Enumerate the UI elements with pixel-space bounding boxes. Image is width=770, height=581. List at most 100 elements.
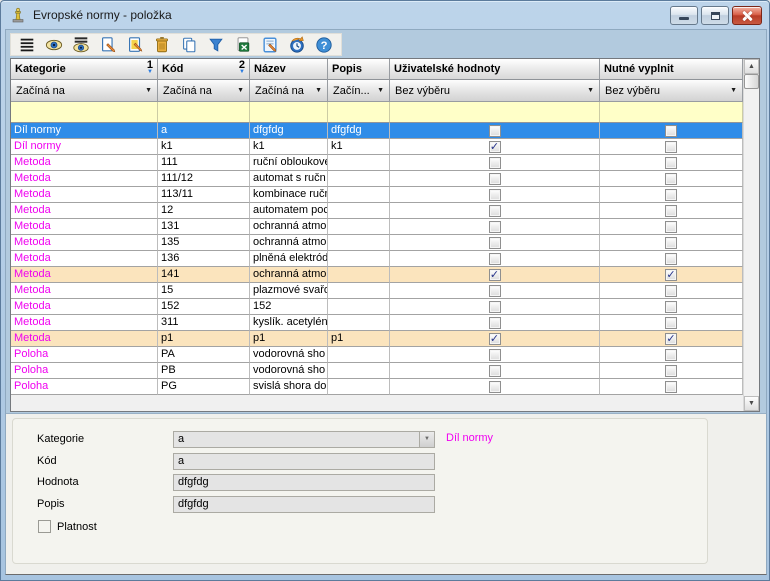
help-button[interactable]: ? xyxy=(310,34,337,55)
edit-button[interactable] xyxy=(121,34,148,55)
user-values-checkbox[interactable] xyxy=(489,253,501,265)
list-button[interactable] xyxy=(13,34,40,55)
user-values-checkbox[interactable]: ✓ xyxy=(489,333,501,345)
popis-field[interactable]: dfgfdg xyxy=(173,496,435,513)
scrollbar-thumb[interactable] xyxy=(744,74,759,89)
kod-field[interactable]: a xyxy=(173,453,435,470)
view-button[interactable] xyxy=(40,34,67,55)
required-checkbox[interactable] xyxy=(665,365,677,377)
kategorie-dropdown-button[interactable]: ▼ xyxy=(419,432,434,447)
user-values-checkbox[interactable]: ✓ xyxy=(489,141,501,153)
history-button[interactable] xyxy=(283,34,310,55)
kategorie-combobox[interactable]: a ▼ xyxy=(173,431,435,448)
user-values-checkbox[interactable] xyxy=(489,205,501,217)
form-edit-button[interactable] xyxy=(256,34,283,55)
new-button[interactable] xyxy=(94,34,121,55)
required-checkbox[interactable] xyxy=(665,381,677,393)
table-row[interactable]: Metoda135ochranná atmo xyxy=(11,235,743,251)
required-checkbox[interactable] xyxy=(665,173,677,185)
table-row[interactable]: Metoda113/11kombinace ručn xyxy=(11,187,743,203)
column-label: Uživatelské hodnoty xyxy=(394,63,500,75)
table-row[interactable]: Metodap1p1p1✓✓ xyxy=(11,331,743,347)
user-values-checkbox[interactable]: ✓ xyxy=(489,269,501,281)
view-all-button[interactable] xyxy=(67,34,94,55)
table-row[interactable]: Díl normyk1k1k1✓ xyxy=(11,139,743,155)
filter-dropdown-0[interactable]: Začíná na▼ xyxy=(11,80,158,102)
table-row[interactable]: PolohaPBvodorovná sho xyxy=(11,363,743,379)
filter-dropdown-1[interactable]: Začíná na▼ xyxy=(158,80,250,102)
table-row[interactable]: Metoda12automatem poc xyxy=(11,203,743,219)
hodnota-field[interactable]: dfgfdg xyxy=(173,474,435,491)
scroll-up-button[interactable]: ▲ xyxy=(744,59,759,74)
user-values-checkbox[interactable] xyxy=(489,157,501,169)
required-checkbox[interactable] xyxy=(665,125,677,137)
filter-dropdown-4[interactable]: Bez výběru▼ xyxy=(390,80,600,102)
user-values-checkbox[interactable] xyxy=(489,301,501,313)
required-checkbox[interactable] xyxy=(665,349,677,361)
column-header-4[interactable]: Uživatelské hodnoty xyxy=(390,59,600,80)
filter-input-4[interactable] xyxy=(390,102,600,123)
column-header-1[interactable]: Kód2▼ xyxy=(158,59,250,80)
required-checkbox[interactable] xyxy=(665,285,677,297)
filter-dropdown-3[interactable]: Začín...▼ xyxy=(328,80,390,102)
required-checkbox[interactable] xyxy=(665,253,677,265)
table-row[interactable]: Metoda111ruční obloukové xyxy=(11,155,743,171)
maximize-button[interactable] xyxy=(701,6,729,25)
user-values-checkbox[interactable] xyxy=(489,221,501,233)
required-checkbox[interactable] xyxy=(665,141,677,153)
required-checkbox[interactable] xyxy=(665,317,677,329)
user-values-checkbox[interactable] xyxy=(489,285,501,297)
filter-input-3[interactable] xyxy=(328,102,390,123)
required-checkbox[interactable]: ✓ xyxy=(665,269,677,281)
user-values-checkbox[interactable] xyxy=(489,365,501,377)
copy-button[interactable] xyxy=(175,34,202,55)
required-checkbox[interactable]: ✓ xyxy=(665,333,677,345)
column-header-0[interactable]: Kategorie1▼ xyxy=(11,59,158,80)
table-row[interactable]: Metoda136plněná elektród xyxy=(11,251,743,267)
column-header-5[interactable]: Nutné vyplnit xyxy=(600,59,743,80)
required-checkbox[interactable] xyxy=(665,205,677,217)
cell-popis xyxy=(328,155,390,171)
table-row[interactable]: PolohaPGsvislá shora dol xyxy=(11,379,743,395)
cell-checkbox xyxy=(390,219,600,235)
user-values-checkbox[interactable] xyxy=(489,381,501,393)
platnost-checkbox[interactable] xyxy=(38,520,51,533)
minimize-button[interactable] xyxy=(670,6,698,25)
table-row[interactable]: PolohaPAvodorovná sho xyxy=(11,347,743,363)
required-checkbox[interactable] xyxy=(665,221,677,233)
required-checkbox[interactable] xyxy=(665,189,677,201)
required-checkbox[interactable] xyxy=(665,157,677,169)
required-checkbox[interactable] xyxy=(665,301,677,313)
delete-button[interactable] xyxy=(148,34,175,55)
user-values-checkbox[interactable] xyxy=(489,189,501,201)
cell-kategorie: Metoda xyxy=(11,331,158,347)
table-row[interactable]: Díl normyadfgfdgdfgfdg xyxy=(11,123,743,139)
vertical-scrollbar[interactable]: ▲ ▼ xyxy=(743,59,759,411)
table-row[interactable]: Metoda15plazmové svařo xyxy=(11,283,743,299)
user-values-checkbox[interactable] xyxy=(489,349,501,361)
table-row[interactable]: Metoda152152 xyxy=(11,299,743,315)
filter-input-1[interactable] xyxy=(158,102,250,123)
sort-indicator: 2▼ xyxy=(239,61,245,77)
filter-dropdown-2[interactable]: Začíná na▼ xyxy=(250,80,328,102)
table-row[interactable]: Metoda141ochranná atmo✓✓ xyxy=(11,267,743,283)
required-checkbox[interactable] xyxy=(665,237,677,249)
filter-input-5[interactable] xyxy=(600,102,743,123)
filter-input-2[interactable] xyxy=(250,102,328,123)
filter-input-0[interactable] xyxy=(11,102,158,123)
user-values-checkbox[interactable] xyxy=(489,125,501,137)
table-row[interactable]: Metoda311kyslík. acetylén xyxy=(11,315,743,331)
export-excel-button[interactable] xyxy=(229,34,256,55)
titlebar[interactable]: Evropské normy - položka xyxy=(1,1,769,29)
user-values-checkbox[interactable] xyxy=(489,317,501,329)
column-header-3[interactable]: Popis xyxy=(328,59,390,80)
user-values-checkbox[interactable] xyxy=(489,173,501,185)
close-button[interactable] xyxy=(732,6,762,25)
filter-button[interactable] xyxy=(202,34,229,55)
table-row[interactable]: Metoda111/12automat s ručn xyxy=(11,171,743,187)
filter-dropdown-5[interactable]: Bez výběru▼ xyxy=(600,80,743,102)
user-values-checkbox[interactable] xyxy=(489,237,501,249)
scroll-down-button[interactable]: ▼ xyxy=(744,396,759,411)
table-row[interactable]: Metoda131ochranná atmo xyxy=(11,219,743,235)
column-header-2[interactable]: Název xyxy=(250,59,328,80)
